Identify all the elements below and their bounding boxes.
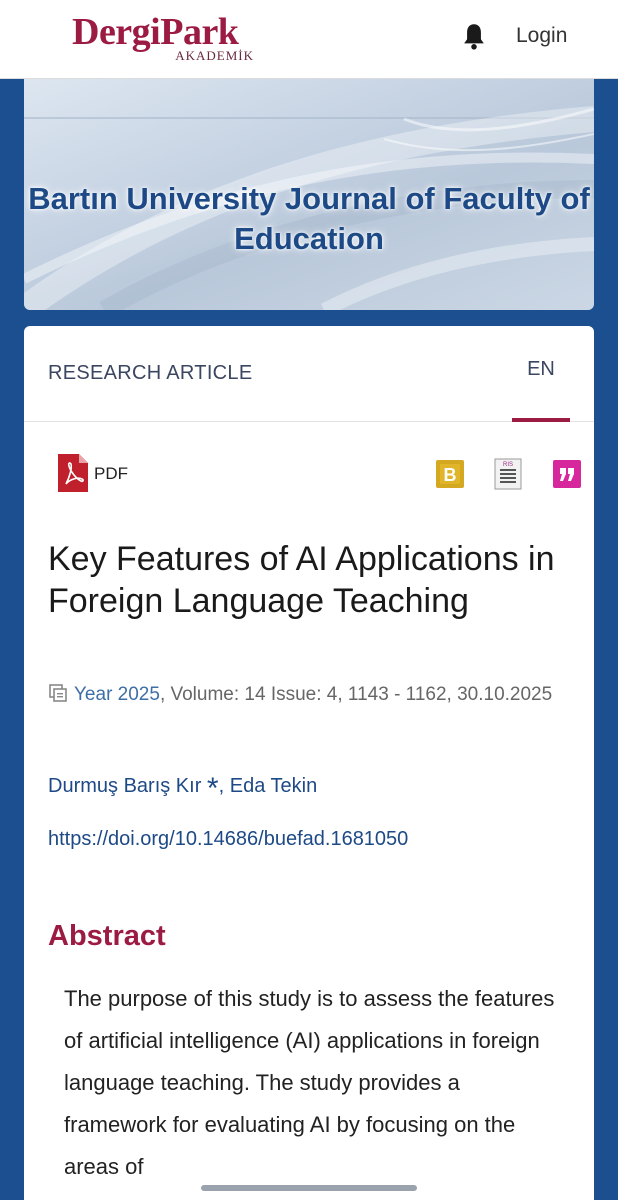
- bibtex-icon[interactable]: B: [436, 460, 464, 488]
- author-link-1[interactable]: Durmuş Barış Kır: [48, 775, 201, 797]
- author-link-2[interactable]: Eda Tekin: [230, 775, 317, 797]
- ris-icon[interactable]: RIS: [494, 458, 522, 490]
- article-tools: PDF B RIS: [24, 452, 594, 496]
- notification-bell-icon[interactable]: [460, 22, 488, 52]
- tab-language-en[interactable]: EN: [512, 358, 570, 422]
- pdf-label: PDF: [94, 464, 128, 483]
- authors-line: Durmuş Barış Kır *, Eda Tekin: [48, 772, 317, 806]
- dergipark-logo[interactable]: DergiPark AKADEMİK: [72, 10, 262, 66]
- login-link[interactable]: Login: [516, 22, 567, 50]
- top-bar: DergiPark AKADEMİK Login: [0, 0, 618, 79]
- article-meta: Year 2025, Volume: 14 Issue: 4, 1143 - 1…: [48, 678, 578, 712]
- volume-issue-pages-date: , Volume: 14 Issue: 4, 1143 - 1162, 30.1…: [159, 684, 553, 705]
- cite-quote-icon[interactable]: [553, 460, 581, 488]
- year-link[interactable]: Year 2025: [74, 684, 160, 705]
- doi-link[interactable]: https://doi.org/10.14686/buefad.1681050: [48, 828, 408, 851]
- abstract-heading: Abstract: [48, 920, 166, 952]
- article-card: RESEARCH ARTICLE EN PDF B RIS Key Featur…: [24, 326, 594, 1200]
- corresponding-author-mark: *: [206, 772, 219, 805]
- author-separator: ,: [218, 775, 230, 797]
- tab-language-label: EN: [527, 358, 555, 380]
- article-tabs: RESEARCH ARTICLE EN: [24, 326, 594, 422]
- ris-label: RIS: [503, 462, 513, 468]
- active-tab-underline: [512, 418, 570, 422]
- logo-sub-text: AKADEMİK: [175, 48, 254, 63]
- journal-banner: Bartın University Journal of Faculty of …: [24, 79, 594, 310]
- tab-research-article: RESEARCH ARTICLE: [48, 362, 253, 384]
- home-indicator-bar[interactable]: [201, 1185, 417, 1191]
- article-title: Key Features of AI Applications in Forei…: [48, 540, 555, 620]
- pdf-download-button[interactable]: PDF: [58, 454, 148, 494]
- abstract-text: The purpose of this study is to assess t…: [64, 986, 555, 1179]
- journal-title[interactable]: Bartın University Journal of Faculty of …: [24, 179, 594, 259]
- bibtex-letter: B: [444, 465, 457, 485]
- pdf-icon: [58, 454, 88, 492]
- copy-icon[interactable]: [48, 683, 68, 703]
